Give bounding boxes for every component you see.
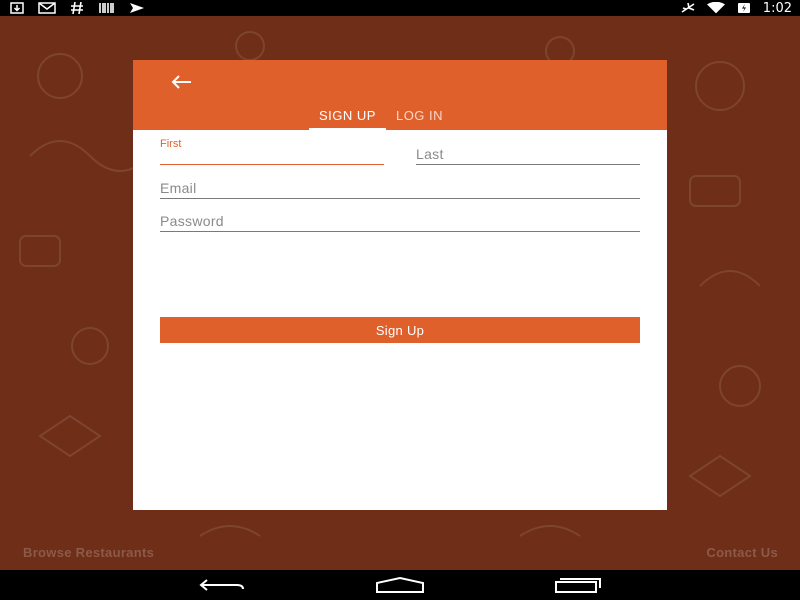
status-time: 1:02 — [762, 0, 792, 16]
arrow-left-icon — [171, 75, 191, 89]
last-name-input[interactable] — [416, 146, 640, 162]
nav-recents-button[interactable] — [554, 575, 602, 595]
status-system-icons: 1:02 — [679, 1, 792, 16]
recents-nav-icon — [555, 578, 601, 593]
back-button[interactable] — [167, 68, 195, 96]
first-name-label: First — [160, 138, 182, 150]
auth-tabs: SIGN UP LOG IN — [309, 100, 453, 130]
auth-card: SIGN UP LOG IN First Sign Up — [133, 60, 667, 510]
tab-log-in[interactable]: LOG IN — [386, 100, 453, 130]
paper-plane-icon — [128, 2, 146, 14]
last-name-field[interactable] — [416, 146, 640, 165]
wifi-icon — [706, 2, 725, 14]
tab-sign-up[interactable]: SIGN UP — [309, 100, 386, 130]
battery-charging-icon — [735, 2, 753, 14]
first-name-input[interactable] — [160, 152, 384, 168]
email-input[interactable] — [160, 180, 640, 196]
email-field[interactable] — [160, 180, 640, 199]
password-field[interactable] — [160, 213, 640, 232]
first-name-field[interactable]: First — [160, 138, 384, 168]
barcode-icon — [98, 2, 116, 14]
home-nav-icon — [376, 577, 424, 593]
nav-home-button[interactable] — [376, 575, 424, 595]
hashtag-icon — [68, 2, 86, 14]
back-nav-icon — [199, 579, 244, 591]
download-icon — [8, 2, 26, 14]
airplane-mode-icon — [679, 2, 697, 14]
browse-restaurants-link[interactable]: Browse Restaurants — [23, 545, 154, 560]
contact-us-link[interactable]: Contact Us — [706, 545, 778, 560]
gmail-icon — [38, 2, 56, 14]
status-notification-icons — [8, 2, 146, 14]
nav-back-button[interactable] — [198, 575, 246, 595]
status-bar: 1:02 — [0, 0, 800, 16]
password-input[interactable] — [160, 213, 640, 229]
card-header: SIGN UP LOG IN — [133, 60, 667, 130]
navigation-bar — [0, 570, 800, 600]
sign-up-button[interactable]: Sign Up — [160, 317, 640, 343]
